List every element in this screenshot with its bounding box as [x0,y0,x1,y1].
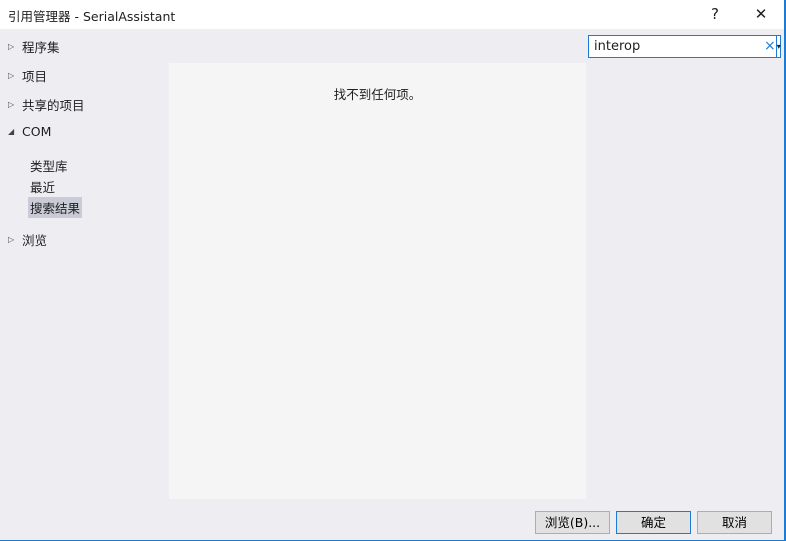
expand-arrow-icon[interactable]: ▷ [8,42,15,51]
tree-item-shared-projects[interactable]: ▷ 共享的项目 [8,95,85,114]
tree-label: COM [22,124,52,139]
clear-search-icon[interactable]: × [764,36,776,57]
search-input[interactable] [589,36,764,57]
browse-button[interactable]: 浏览(B)... [535,511,610,534]
title-bar: 引用管理器 - SerialAssistant ? ✕ [0,0,784,29]
tree-label: 共享的项目 [22,98,85,113]
search-box: × ▾ [588,35,781,58]
window-title: 引用管理器 - SerialAssistant [8,9,176,24]
tree-item-search-results[interactable]: 搜索结果 [28,197,83,218]
search-dropdown-icon[interactable]: ▾ [775,36,781,57]
results-list: 找不到任何项。 [169,63,586,499]
tree-item-com[interactable]: ◢ COM [8,124,51,139]
expand-arrow-icon[interactable]: ▷ [8,71,15,80]
expand-arrow-icon[interactable]: ▷ [8,100,15,109]
ok-button[interactable]: 确定 [616,511,691,534]
tree-item-type-libraries[interactable]: 类型库 [28,155,70,176]
tree-item-recent[interactable]: 最近 [28,176,57,197]
help-button[interactable]: ? [703,3,727,25]
cancel-button[interactable]: 取消 [697,511,772,534]
tree-item-projects[interactable]: ▷ 项目 [8,66,47,85]
tree-item-assemblies[interactable]: ▷ 程序集 [8,37,60,56]
empty-message: 找不到任何项。 [333,87,422,102]
reference-manager-window: 引用管理器 - SerialAssistant ? ✕ ▷ 程序集 ▷ 项目 ▷ 共享… [0,0,786,541]
expand-arrow-icon[interactable]: ▷ [8,235,15,244]
close-button[interactable]: ✕ [749,3,773,25]
tree-item-browse[interactable]: ▷ 浏览 [8,230,47,249]
tree-label: 程序集 [22,40,60,55]
tree-label: 项目 [22,69,48,84]
tree-label: 浏览 [22,233,48,248]
collapse-arrow-icon[interactable]: ◢ [8,127,15,136]
